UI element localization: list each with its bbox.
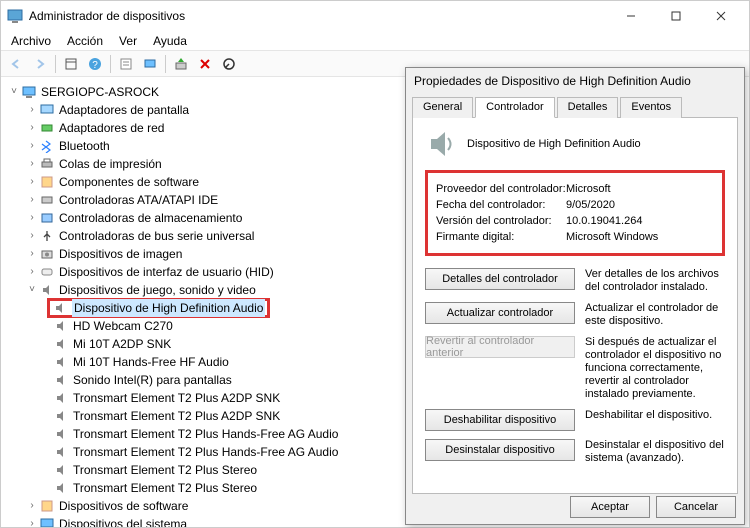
driver-details-button[interactable]: Detalles del controlador	[425, 268, 575, 290]
dialog-title: Propiedades de Dispositivo de High Defin…	[406, 68, 744, 96]
forward-button	[29, 53, 51, 75]
date-label: Fecha del controlador:	[436, 199, 566, 211]
software-icon	[39, 174, 55, 190]
help-button[interactable]: ?	[84, 53, 106, 75]
storage-icon	[39, 210, 55, 226]
menu-file[interactable]: Archivo	[5, 32, 57, 50]
speaker-icon	[53, 480, 69, 496]
disable-device-button[interactable]: Deshabilitar dispositivo	[425, 409, 575, 431]
menu-action[interactable]: Acción	[61, 32, 109, 50]
tab-body-driver: Dispositivo de High Definition Audio Pro…	[412, 118, 738, 494]
update-driver-desc: Actualizar el controlador de este dispos…	[585, 302, 725, 328]
speaker-icon	[53, 372, 69, 388]
device-manager-icon	[7, 8, 23, 24]
camera-icon	[39, 246, 55, 262]
version-label: Versión del controlador:	[436, 215, 566, 227]
properties-button[interactable]	[115, 53, 137, 75]
titlebar: Administrador de dispositivos	[1, 1, 749, 31]
close-button[interactable]	[698, 1, 743, 31]
speaker-icon	[53, 462, 69, 478]
uninstall-device-button[interactable]: Desinstalar dispositivo	[425, 439, 575, 461]
signer-label: Firmante digital:	[436, 231, 566, 243]
speaker-icon	[53, 444, 69, 460]
driver-info-block: Proveedor del controlador:Microsoft Fech…	[425, 170, 725, 256]
menu-view[interactable]: Ver	[113, 32, 143, 50]
software-icon	[39, 498, 55, 514]
device-name: Dispositivo de High Definition Audio	[467, 138, 641, 150]
disable-device-desc: Deshabilitar el dispositivo.	[585, 409, 712, 422]
tab-driver[interactable]: Controlador	[475, 97, 554, 118]
network-icon	[39, 120, 55, 136]
cancel-button[interactable]: Cancelar	[656, 496, 736, 518]
tabs: General Controlador Detalles Eventos	[412, 96, 738, 118]
show-all-button[interactable]	[60, 53, 82, 75]
uninstall-button[interactable]	[194, 53, 216, 75]
bluetooth-icon	[39, 138, 55, 154]
window-title: Administrador de dispositivos	[29, 9, 608, 23]
printer-icon	[39, 156, 55, 172]
tab-events[interactable]: Eventos	[620, 97, 682, 118]
speaker-icon	[53, 408, 69, 424]
svg-text:?: ?	[92, 60, 98, 71]
speaker-icon	[53, 390, 69, 406]
provider-value: Microsoft	[566, 183, 611, 195]
rollback-driver-desc: Si después de actualizar el controlador …	[585, 336, 725, 401]
tab-details[interactable]: Detalles	[557, 97, 619, 118]
ide-icon	[39, 192, 55, 208]
menu-help[interactable]: Ayuda	[147, 32, 193, 50]
minimize-button[interactable]	[608, 1, 653, 31]
scan-button[interactable]	[139, 53, 161, 75]
hid-icon	[39, 264, 55, 280]
system-icon	[39, 516, 55, 527]
rollback-driver-button: Revertir al controlador anterior	[425, 336, 575, 358]
speaker-icon	[53, 426, 69, 442]
update-driver-button[interactable]: Actualizar controlador	[425, 302, 575, 324]
provider-label: Proveedor del controlador:	[436, 183, 566, 195]
menubar: Archivo Acción Ver Ayuda	[1, 31, 749, 51]
computer-icon	[21, 84, 37, 100]
monitor-icon	[39, 102, 55, 118]
back-button	[5, 53, 27, 75]
speaker-icon	[53, 354, 69, 370]
version-value: 10.0.19041.264	[566, 215, 642, 227]
uninstall-device-desc: Desinstalar el dispositivo del sistema (…	[585, 439, 725, 465]
maximize-button[interactable]	[653, 1, 698, 31]
speaker-icon	[39, 282, 55, 298]
speaker-icon	[53, 318, 69, 334]
disable-button[interactable]	[218, 53, 240, 75]
signer-value: Microsoft Windows	[566, 231, 658, 243]
driver-details-desc: Ver detalles de los archivos del control…	[585, 268, 725, 294]
speaker-icon	[53, 336, 69, 352]
properties-dialog: Propiedades de Dispositivo de High Defin…	[405, 67, 745, 525]
tab-general[interactable]: General	[412, 97, 473, 118]
date-value: 9/05/2020	[566, 199, 615, 211]
usb-icon	[39, 228, 55, 244]
ok-button[interactable]: Aceptar	[570, 496, 650, 518]
speaker-icon	[425, 128, 457, 160]
speaker-icon	[52, 300, 68, 316]
update-driver-button[interactable]	[170, 53, 192, 75]
